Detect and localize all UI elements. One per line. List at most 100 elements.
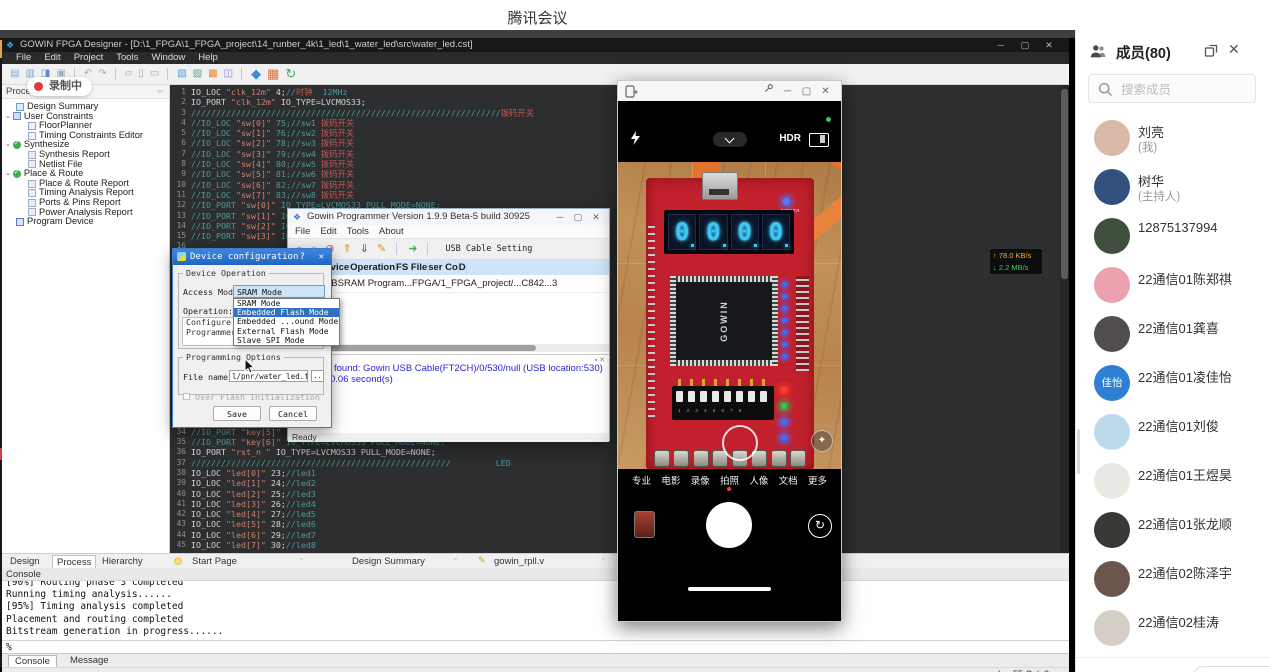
menu-item[interactable]: Tools — [347, 226, 369, 237]
dropdown-option[interactable]: External Flash Mode — [234, 327, 339, 336]
close-icon[interactable]: ✕ — [816, 86, 835, 97]
mini-tool-2-icon[interactable]: ▨ — [193, 66, 202, 82]
member-row[interactable]: 树华 (主持人) — [1076, 163, 1269, 212]
gallery-thumbnail[interactable] — [634, 511, 655, 538]
cancel-button[interactable]: Cancel — [269, 406, 317, 421]
close-tab-icon[interactable]: ▫ — [454, 556, 456, 563]
usb-cable-setting-label[interactable]: USB Cable Setting — [445, 244, 532, 254]
maximize-icon[interactable]: ▢ — [797, 86, 816, 97]
dropdown-option[interactable]: SRAM Mode — [234, 299, 339, 308]
tab-message[interactable]: Message — [64, 655, 115, 667]
mini-tool-1-icon[interactable]: ▧ — [177, 66, 186, 82]
refresh-icon[interactable]: ↻ — [285, 66, 296, 82]
close-tab-icon[interactable]: ▫ — [602, 556, 604, 563]
camera-mode-tab[interactable]: 人像 — [749, 473, 768, 487]
panel-scrollbar[interactable] — [1077, 429, 1080, 474]
minimize-icon[interactable]: ─ — [778, 86, 797, 97]
access-mode-select[interactable]: SRAM Mode — [233, 285, 325, 298]
member-row[interactable]: 22通信02陈泽宇 — [1076, 555, 1269, 604]
search-input[interactable] — [1119, 79, 1253, 100]
menu-item[interactable]: Tools — [116, 52, 138, 64]
menu-item[interactable]: Window — [151, 52, 185, 64]
table-cell[interactable]: ...FPGA/1_FPGA_project/ — [404, 278, 513, 289]
gowin-titlebar[interactable]: ❖ GOWIN FPGA Designer - [D:\1_FPGA\1_FPG… — [2, 38, 1069, 52]
member-row[interactable]: 22通信01陈郑祺 — [1076, 261, 1269, 310]
member-row[interactable]: 22通信01王煜昊 — [1076, 457, 1269, 506]
move-up-icon[interactable]: ⇑ — [343, 241, 352, 257]
screen-cast-icon[interactable] — [625, 85, 638, 98]
member-row[interactable]: 12875137994 — [1076, 212, 1269, 261]
member-row[interactable]: 22通信02桂涛 — [1076, 604, 1269, 653]
separator[interactable] — [427, 243, 429, 255]
flash-icon[interactable] — [630, 131, 641, 151]
console-prompt[interactable]: % — [2, 640, 1069, 653]
menu-item[interactable]: Edit — [320, 226, 336, 237]
table-cell[interactable]: SRAM Program — [338, 278, 405, 289]
place-route-icon[interactable]: ▦ — [267, 66, 279, 82]
menu-item[interactable]: File — [295, 226, 310, 237]
camera-mode-tab[interactable]: 更多 — [808, 473, 827, 487]
synthesize-icon[interactable]: ◆ — [251, 66, 261, 82]
dialog-titlebar[interactable]: Device configuration ? ✕ — [173, 249, 331, 265]
programmer-titlebar[interactable]: ❖ Gowin Programmer Version 1.9.9 Beta-5 … — [288, 209, 609, 226]
panel-options-icon[interactable]: ▫▫ — [157, 85, 163, 98]
editor-scrollbar[interactable] — [1060, 85, 1069, 553]
maximize-icon[interactable]: ▢ — [569, 209, 587, 225]
separator[interactable] — [396, 243, 398, 255]
browse-button[interactable]: .. — [311, 370, 324, 382]
filter-icon[interactable] — [809, 133, 829, 147]
menu-item[interactable]: Help — [198, 52, 218, 64]
dropdown-option[interactable]: Slave SPI Mode — [234, 336, 339, 345]
expander-icon[interactable]: ⌄ — [5, 112, 11, 122]
close-tab-icon[interactable]: ▫ — [300, 556, 302, 563]
close-panel-icon[interactable]: ✕ — [1228, 41, 1240, 58]
process-tree-item[interactable]: ⌄ Synthesis Report — [2, 150, 169, 160]
maximize-icon[interactable]: ▢ — [1013, 38, 1037, 52]
camera-mode-tab[interactable]: 文档 — [779, 473, 798, 487]
switch-camera-icon[interactable]: ↻ — [808, 514, 832, 538]
redo-icon[interactable]: ↷ — [98, 66, 106, 82]
copy-icon[interactable]: ▯ — [138, 66, 144, 82]
panel-bottom-button[interactable] — [1192, 666, 1269, 672]
minimize-icon[interactable]: ─ — [989, 38, 1013, 52]
hdr-toggle[interactable]: HDR — [779, 133, 801, 144]
separator[interactable] — [241, 68, 243, 80]
member-row[interactable]: 22通信01张龙顺 — [1076, 506, 1269, 555]
mini-tool-3-icon[interactable]: ▩ — [208, 66, 217, 82]
camera-mode-tab[interactable]: 电影 — [661, 473, 680, 487]
cut-icon[interactable]: ▱ — [125, 66, 133, 82]
expand-options-icon[interactable] — [713, 132, 747, 147]
pin-icon[interactable] — [759, 83, 778, 97]
tab-process[interactable]: Process — [52, 555, 96, 569]
menu-item[interactable]: Edit — [44, 52, 60, 64]
tab-design-summary[interactable]: Design Summary — [352, 555, 425, 568]
table-cell[interactable]: ...3 — [544, 278, 557, 289]
console-output[interactable]: [90%] Routing phase 3 completedRunning t… — [2, 581, 1069, 640]
menu-item[interactable]: About — [379, 226, 404, 237]
help-icon[interactable]: ? — [300, 249, 305, 265]
new-file-icon[interactable]: ▤ — [10, 66, 19, 82]
menu-item[interactable]: File — [16, 52, 31, 64]
member-row[interactable]: 佳怡 22通信01凌佳怡 — [1076, 359, 1269, 408]
user-flash-checkbox[interactable] — [183, 393, 190, 400]
shutter-button[interactable] — [706, 502, 752, 548]
close-icon[interactable]: ✕ — [587, 209, 605, 225]
edit-icon[interactable]: ✎ — [377, 241, 386, 257]
member-row[interactable]: 22通信01刘俊 — [1076, 408, 1269, 457]
move-down-icon[interactable]: ⇓ — [360, 241, 369, 257]
popout-icon[interactable] — [1204, 44, 1218, 63]
separator[interactable] — [115, 68, 117, 80]
tab-gowin-rpll[interactable]: gowin_rpll.v — [494, 555, 544, 568]
dropdown-option[interactable]: Embedded Flash Mode — [234, 308, 339, 317]
process-tree-item[interactable]: ⌄ Program Device — [2, 217, 169, 227]
close-icon[interactable]: ✕ — [319, 249, 324, 265]
program-run-icon[interactable]: ➜ — [408, 241, 417, 257]
save-button[interactable]: Save — [213, 406, 261, 421]
member-row[interactable]: 刘亮 (我) — [1076, 114, 1269, 163]
dropdown-option[interactable]: Embedded ...ound Mode — [234, 317, 339, 326]
tab-start-page[interactable]: Start Page — [192, 555, 237, 568]
camera-mode-tab[interactable]: 录像 — [691, 473, 710, 487]
close-icon[interactable]: ✕ — [1037, 38, 1061, 52]
camera-viewfinder[interactable]: POWER 0000 GOWIN — [618, 162, 841, 469]
paste-icon[interactable]: ▭ — [150, 66, 159, 82]
